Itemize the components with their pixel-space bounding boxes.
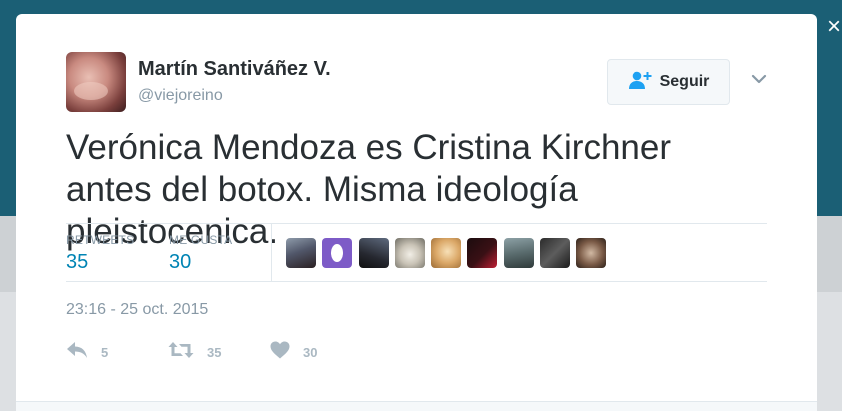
author-avatar[interactable]: [66, 52, 126, 112]
liker-avatar[interactable]: [467, 238, 497, 268]
retweets-count: 35: [66, 251, 89, 273]
liker-avatar[interactable]: [395, 238, 425, 268]
retweets-stat[interactable]: RETWEETS 35: [66, 233, 134, 274]
liker-avatar[interactable]: [576, 238, 606, 268]
tweet-card: Martín Santiváñez V. @viejoreino Seguir …: [16, 14, 817, 411]
tweet-timestamp[interactable]: 23:16 - 25 oct. 2015: [66, 301, 208, 319]
close-icon[interactable]: ×: [826, 14, 842, 40]
liker-avatar[interactable]: [359, 238, 389, 268]
retweet-count: 35: [207, 344, 222, 360]
like-count: 30: [303, 344, 318, 360]
like-button[interactable]: 30: [270, 341, 317, 363]
chevron-down-icon[interactable]: [750, 70, 768, 88]
likes-label: ME GUSTA: [169, 233, 233, 247]
retweet-button[interactable]: 35: [168, 341, 221, 363]
liker-avatar[interactable]: [504, 238, 534, 268]
liker-avatar[interactable]: [540, 238, 570, 268]
reply-count: 5: [101, 344, 109, 360]
likes-count: 30: [169, 251, 192, 273]
retweet-icon: [168, 341, 194, 364]
reply-icon: [66, 341, 88, 364]
stats-divider: [271, 224, 272, 281]
liker-avatar[interactable]: [322, 238, 352, 268]
reply-button[interactable]: 5: [66, 341, 108, 363]
follow-button-label: Seguir: [659, 73, 710, 90]
tweet-stats: RETWEETS 35 ME GUSTA 30: [66, 223, 767, 282]
reply-area: [16, 401, 817, 411]
liker-avatar[interactable]: [286, 238, 316, 268]
add-user-icon: [628, 70, 652, 95]
liker-avatar[interactable]: [431, 238, 461, 268]
follow-button[interactable]: Seguir: [607, 59, 730, 105]
retweets-label: RETWEETS: [66, 233, 135, 247]
author-handle[interactable]: @viejoreino: [138, 87, 223, 105]
likes-stat[interactable]: ME GUSTA 30: [169, 233, 232, 274]
heart-icon: [270, 341, 290, 364]
author-name[interactable]: Martín Santiváñez V.: [138, 58, 331, 81]
